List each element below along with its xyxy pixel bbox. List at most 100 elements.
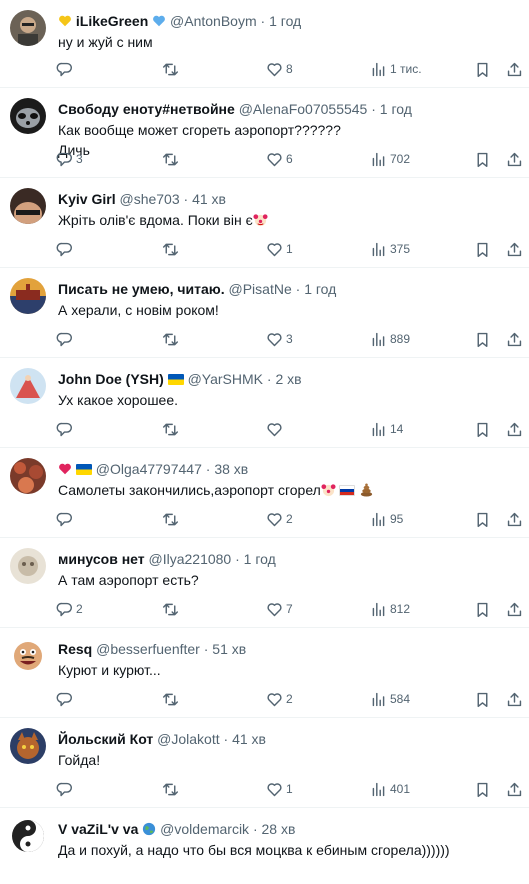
timestamp[interactable]: 2 хв [275, 371, 301, 387]
timestamp[interactable]: 51 хв [212, 641, 246, 657]
retweet-button[interactable] [162, 59, 182, 79]
share-button[interactable] [506, 149, 523, 169]
timestamp[interactable]: 1 год [304, 281, 336, 297]
reply-button[interactable] [56, 59, 76, 79]
views-button[interactable]: 14 [370, 419, 403, 439]
like-button[interactable]: 3 [266, 329, 293, 349]
timestamp[interactable]: 28 хв [262, 821, 296, 837]
user-handle[interactable]: @PisatNe [229, 281, 292, 297]
bookmark-button[interactable] [474, 59, 491, 79]
user-handle[interactable]: @Ilya221080 [149, 551, 232, 567]
display-name[interactable]: Йольский Кот [58, 731, 153, 747]
reply-button[interactable] [56, 509, 76, 529]
avatar[interactable] [10, 98, 46, 134]
views-button[interactable]: 95 [370, 509, 403, 529]
share-button[interactable] [506, 239, 523, 259]
avatar[interactable] [10, 368, 46, 404]
share-button[interactable] [506, 419, 523, 439]
bookmark-button[interactable] [474, 599, 491, 619]
bookmark-button[interactable] [474, 509, 491, 529]
share-button[interactable] [506, 329, 523, 349]
share-button[interactable] [506, 689, 523, 709]
bookmark-button[interactable] [474, 239, 491, 259]
user-handle[interactable]: @Jolakott [157, 731, 219, 747]
like-button[interactable]: 1 [266, 239, 293, 259]
retweet-button[interactable] [162, 509, 182, 529]
user-handle[interactable]: @Olga47797447 [96, 461, 202, 477]
share-button[interactable] [506, 779, 523, 799]
retweet-button[interactable] [162, 689, 182, 709]
avatar[interactable] [10, 10, 46, 46]
timestamp[interactable]: 38 хв [214, 461, 248, 477]
timestamp[interactable]: 1 год [244, 551, 276, 567]
tweet[interactable]: Йольский Кот @Jolakott · 41 хв Гойда! 1 … [0, 718, 529, 808]
like-button[interactable]: 8 [266, 59, 293, 79]
bookmark-button[interactable] [474, 779, 491, 799]
views-button[interactable]: 375 [370, 239, 410, 259]
views-button[interactable]: 889 [370, 329, 410, 349]
views-button[interactable]: 812 [370, 599, 410, 619]
reply-button[interactable]: 3 [56, 149, 83, 169]
reply-button[interactable] [56, 689, 76, 709]
tweet[interactable]: John Doe (YSH) @YarSHMK · 2 хв Ух какое … [0, 358, 529, 448]
tweet[interactable]: Писать не умею, читаю. @PisatNe · 1 год … [0, 268, 529, 358]
user-handle[interactable]: @she703 [119, 191, 179, 207]
retweet-button[interactable] [162, 599, 182, 619]
views-button[interactable]: 1 тис. [370, 59, 422, 79]
user-handle[interactable]: @besserfuenfter [96, 641, 200, 657]
timestamp[interactable]: 41 хв [232, 731, 266, 747]
avatar[interactable] [10, 638, 46, 674]
share-button[interactable] [506, 509, 523, 529]
avatar[interactable] [10, 278, 46, 314]
display-name[interactable]: iLikeGreen [76, 13, 148, 29]
display-name[interactable]: John Doe (YSH) [58, 371, 164, 387]
user-handle[interactable]: @AntonBoym [170, 13, 257, 29]
retweet-button[interactable] [162, 239, 182, 259]
display-name[interactable]: Resq [58, 641, 92, 657]
views-button[interactable]: 702 [370, 149, 410, 169]
reply-button[interactable] [56, 329, 76, 349]
like-button[interactable]: 1 [266, 779, 293, 799]
user-handle[interactable]: @AlenaFo07055545 [239, 101, 368, 117]
bookmark-button[interactable] [474, 329, 491, 349]
timestamp[interactable]: 41 хв [192, 191, 226, 207]
like-button[interactable]: 2 [266, 509, 293, 529]
avatar[interactable] [10, 818, 46, 854]
display-name[interactable]: Kyiv Girl [58, 191, 116, 207]
user-handle[interactable]: @voldemarcik [160, 821, 249, 837]
display-name[interactable]: Писать не умею, читаю. [58, 281, 225, 297]
like-button[interactable]: 7 [266, 599, 293, 619]
timestamp[interactable]: 1 год [269, 13, 301, 29]
tweet[interactable]: Свободу еноту#нетвойне @AlenaFo07055545 … [0, 88, 529, 178]
retweet-button[interactable] [162, 149, 182, 169]
reply-button[interactable]: 2 [56, 599, 83, 619]
retweet-button[interactable] [162, 329, 182, 349]
avatar[interactable] [10, 728, 46, 764]
bookmark-button[interactable] [474, 689, 491, 709]
reply-button[interactable] [56, 419, 76, 439]
retweet-button[interactable] [162, 419, 182, 439]
tweet[interactable]: Resq @besserfuenfter · 51 хв Курют и кур… [0, 628, 529, 718]
share-button[interactable] [506, 599, 523, 619]
avatar[interactable] [10, 458, 46, 494]
display-name[interactable]: Свободу еноту#нетвойне [58, 101, 235, 117]
display-name[interactable]: V vaZiL'v va [58, 821, 138, 837]
timestamp[interactable]: 1 год [380, 101, 412, 117]
avatar[interactable] [10, 548, 46, 584]
retweet-button[interactable] [162, 779, 182, 799]
views-button[interactable]: 584 [370, 689, 410, 709]
bookmark-button[interactable] [474, 149, 491, 169]
tweet[interactable]: минусов нет @Ilya221080 · 1 год А там аэ… [0, 538, 529, 628]
reply-button[interactable] [56, 779, 76, 799]
like-button[interactable]: 2 [266, 689, 293, 709]
like-button[interactable]: 6 [266, 149, 293, 169]
display-name[interactable]: минусов нет [58, 551, 145, 567]
views-button[interactable]: 401 [370, 779, 410, 799]
reply-button[interactable] [56, 239, 76, 259]
user-handle[interactable]: @YarSHMK [188, 371, 263, 387]
tweet[interactable]: @Olga47797447 · 38 хв Самолеты закончили… [0, 448, 529, 538]
tweet[interactable]: iLikeGreen @AntonBoym · 1 год ну и жуй с… [0, 0, 529, 88]
tweet[interactable]: V vaZiL'v va @voldemarcik · 28 хв Да и п… [0, 808, 529, 884]
like-button[interactable] [266, 419, 286, 439]
share-button[interactable] [506, 59, 523, 79]
